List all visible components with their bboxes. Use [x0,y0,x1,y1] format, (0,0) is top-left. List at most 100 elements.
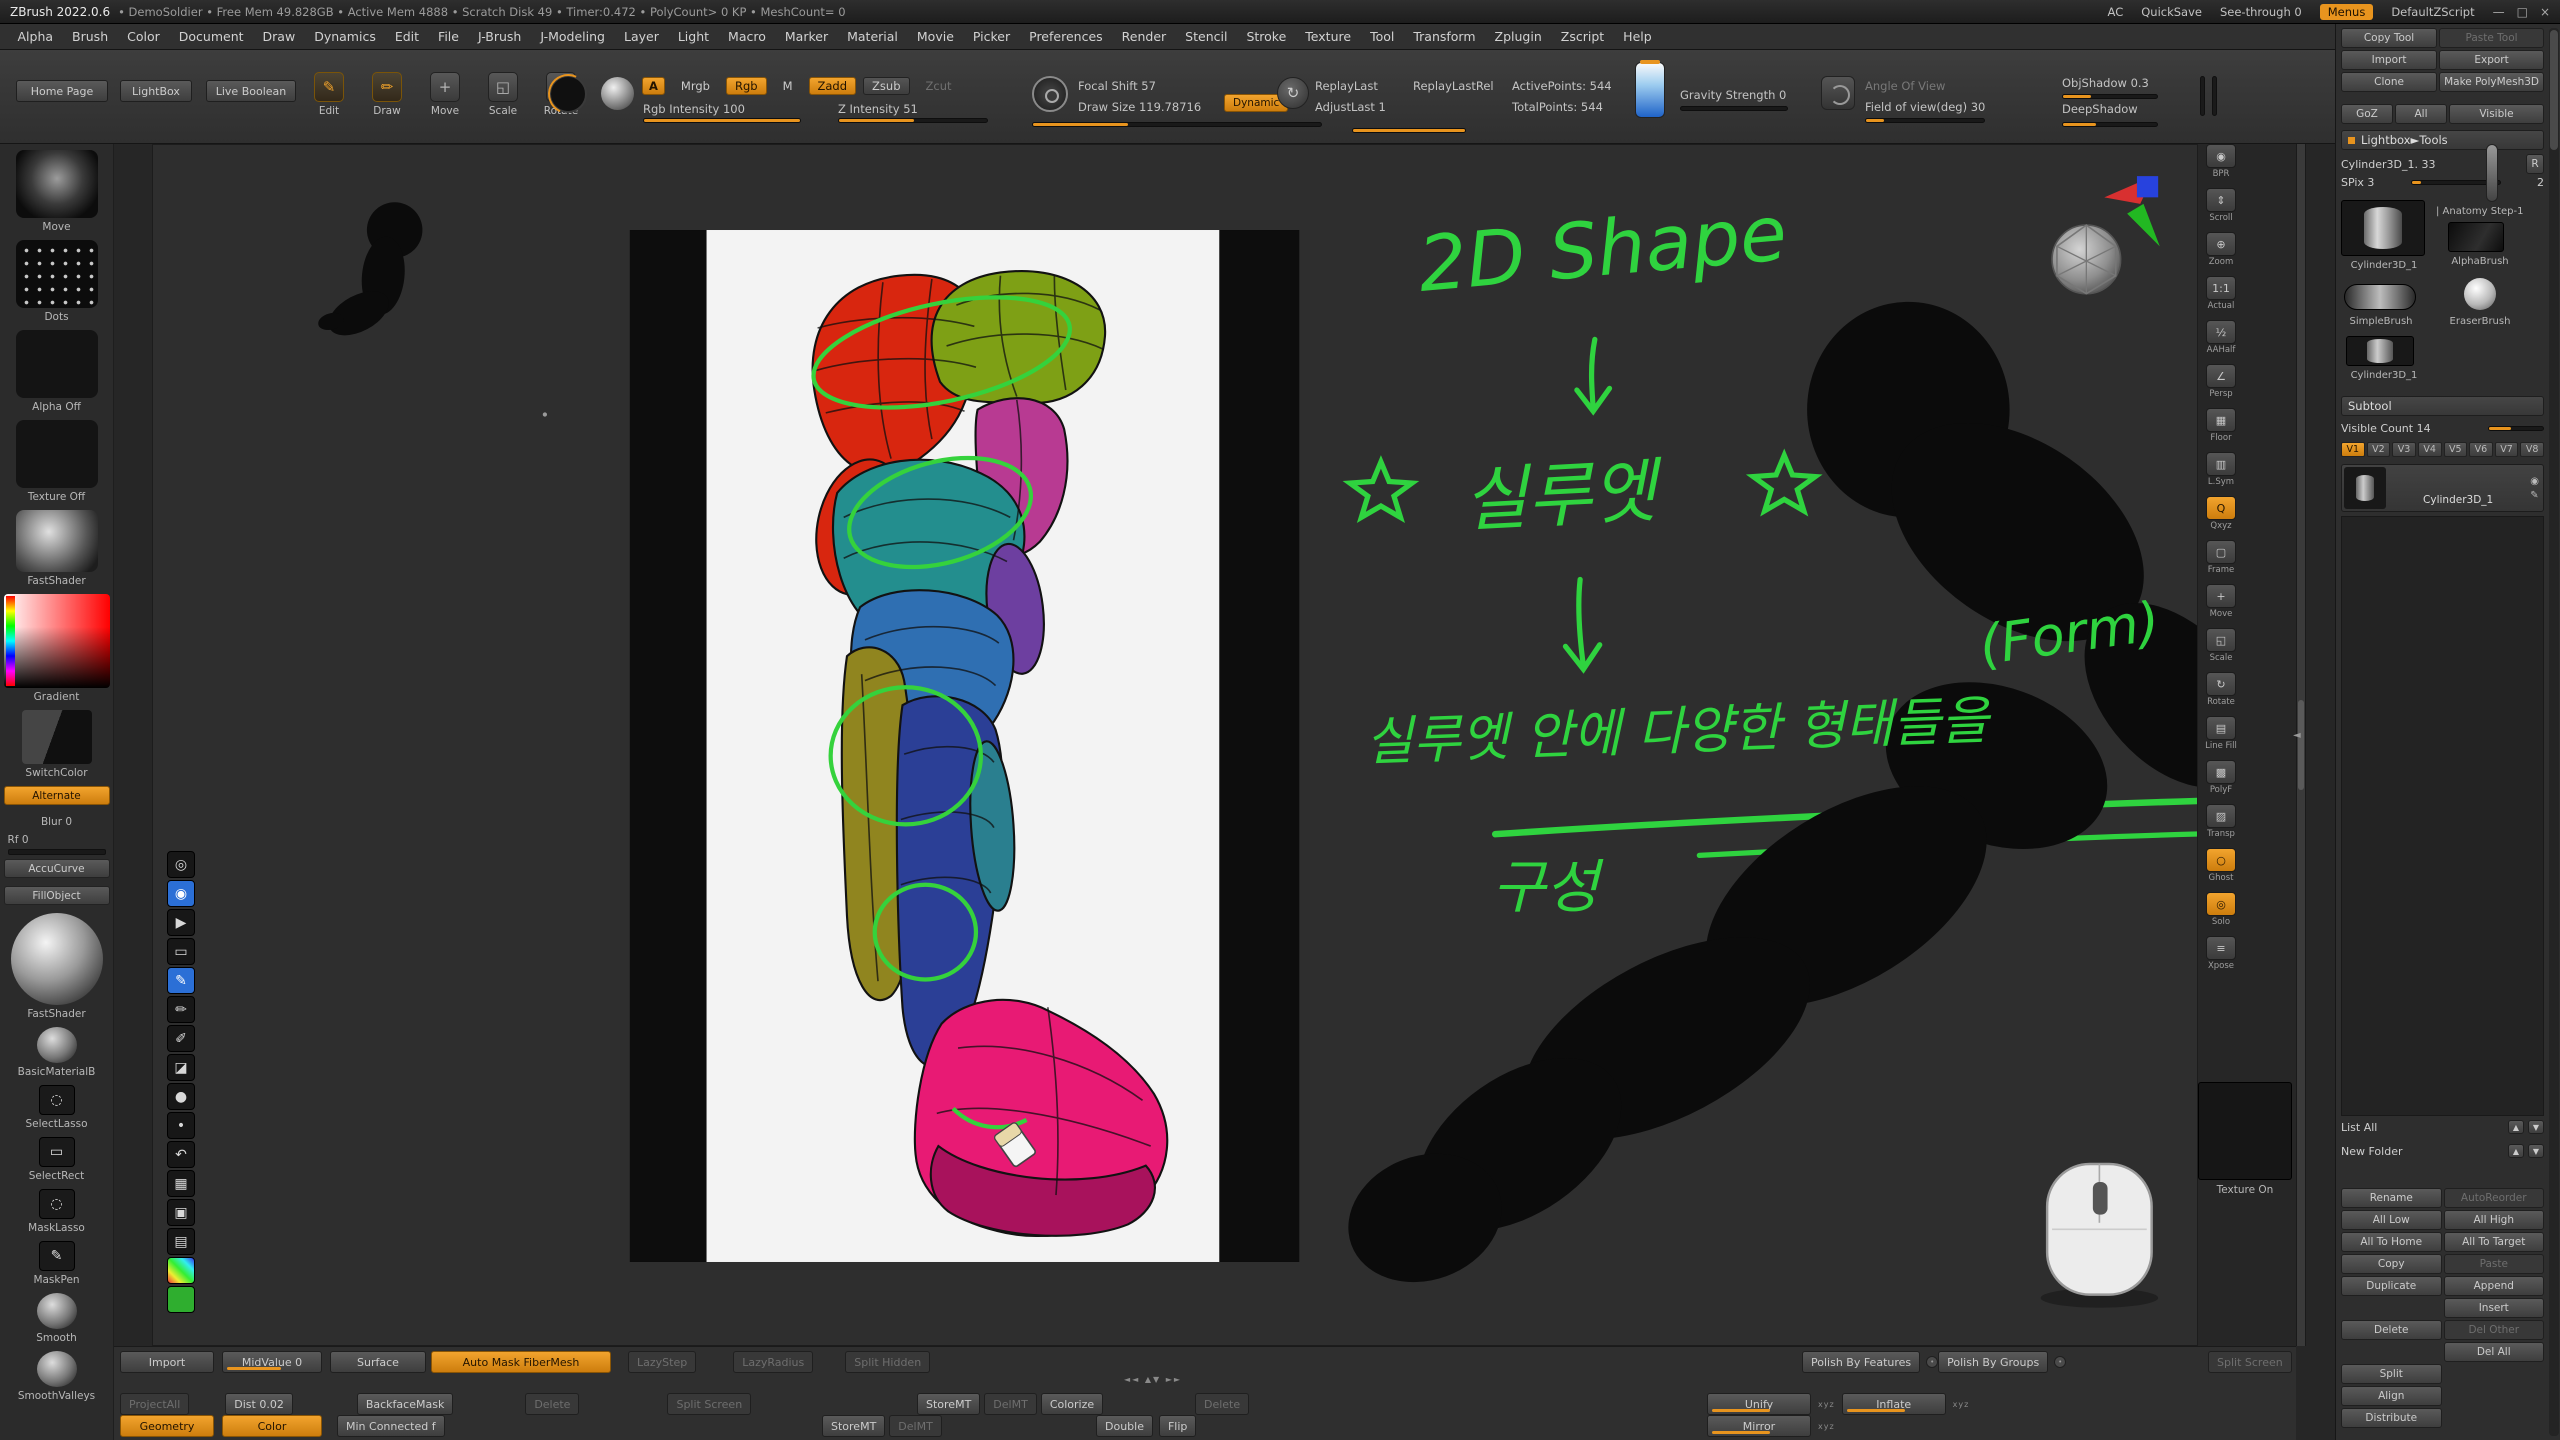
mode-button[interactable]: ◱ Scale [480,72,526,117]
left-shelf-item[interactable]: FillObject [0,886,113,906]
obj-shadow-track[interactable] [2062,94,2158,99]
pen-tool-icon[interactable] [167,1286,195,1313]
left-shelf-item[interactable]: FastShader [0,510,113,587]
left-shelf-item[interactable]: Smooth [0,1293,113,1344]
pen-tool-icon[interactable]: ↶ [167,1141,195,1168]
menu-item[interactable]: Zplugin [1485,29,1551,44]
lightbox-tools-header[interactable]: Lightbox►Tools [2341,130,2544,150]
bottom-button[interactable]: Polish By Features [1802,1351,1920,1373]
paint-mode-chip[interactable]: Zcut [917,77,961,95]
menu-item[interactable]: Brush [63,29,118,44]
subtool-action-button[interactable]: Delete [2341,1320,2442,1340]
gravity-track[interactable] [1680,106,1788,111]
subtool-action-button[interactable]: Split [2341,1364,2442,1384]
menu-item[interactable]: Preferences [1020,29,1113,44]
tool-button[interactable]: Clone [2341,72,2437,92]
bottom-button[interactable]: • [2054,1356,2066,1368]
subtool-action-button[interactable]: All To Home [2341,1232,2442,1252]
pen-tool-icon[interactable]: ▭ [167,938,195,965]
subtool-header[interactable]: Subtool [2341,396,2544,416]
menu-item[interactable]: Render [1112,29,1176,44]
deep-shadow-slider[interactable]: DeepShadow [2062,102,2138,116]
visibility-tab[interactable]: V4 [2418,442,2442,457]
visibility-tab[interactable]: V5 [2444,442,2468,457]
subtool-list-item[interactable]: Cylinder3D_1 ◉ ✎ [2341,464,2544,512]
stroke-preview-icon[interactable] [549,75,587,113]
paint-mode-chip[interactable]: Mrgb [672,77,719,95]
bottom-button[interactable]: Mirror [1707,1415,1811,1437]
titlebar-item[interactable]: AC [2108,5,2124,19]
tool-button[interactable]: Import [2341,50,2437,70]
bottom-button[interactable]: Split Screen [667,1393,751,1415]
tool-button[interactable]: Visible [2449,104,2544,124]
folder-down-button[interactable]: ▼ [2528,1144,2544,1158]
left-shelf-item[interactable]: AccuCurve [0,859,113,879]
visibility-tab[interactable]: V3 [2392,442,2416,457]
field-of-view-slider[interactable]: Field of view(deg) 30 [1865,100,1985,114]
pen-tool-icon[interactable] [167,1257,195,1284]
menu-item[interactable]: File [429,29,469,44]
divider-handle[interactable] [2298,700,2304,790]
right-shelf-button[interactable]: ⊕ Zoom [2206,232,2236,267]
gravity-strength-slider[interactable]: Gravity Strength 0 [1680,88,1786,102]
titlebar-item[interactable]: Menus [2320,4,2374,20]
menu-item[interactable]: Light [668,29,718,44]
right-shelf-button[interactable]: ▦ Floor [2206,408,2236,443]
shelf-mini-slider[interactable] [2200,76,2205,116]
menu-item[interactable]: Dynamics [305,29,386,44]
live-boolean-button[interactable]: Live Boolean [206,80,296,102]
pen-tool-icon[interactable]: ◉ [167,880,195,907]
divider-arrow-icon[interactable]: ◄ [2293,730,2301,741]
current-tool-row[interactable]: Cylinder3D_1. 33 R [2341,154,2544,174]
bottom-button[interactable]: Surface [330,1351,426,1373]
right-shelf-button[interactable]: + Move [2206,584,2236,619]
menu-item[interactable]: Color [118,29,170,44]
alphabrush-thumb[interactable] [2448,222,2504,252]
bottom-button[interactable]: • [1926,1356,1938,1368]
right-shelf-button[interactable]: ◎ Solo [2206,892,2236,927]
anatomy-brush-icon[interactable] [2486,144,2498,202]
left-shelf-item[interactable]: FastShader [0,913,113,1020]
left-shelf-item[interactable]: Blur 0 [0,813,113,828]
bottom-button[interactable]: Colorize [1041,1393,1103,1415]
bottom-button[interactable]: BackfaceMask [357,1393,453,1415]
bottom-button[interactable]: StoreMT [822,1415,885,1437]
bottom-button[interactable]: MidValue 0 [222,1351,322,1373]
titlebar-item[interactable]: See-through 0 [2220,5,2302,19]
subtool-action-button[interactable]: All High [2444,1210,2545,1230]
replay-icon[interactable]: ↻ [1277,77,1309,109]
left-shelf-item[interactable]: Alpha Off [0,330,113,413]
subtool-action-button[interactable]: All To Target [2444,1232,2545,1252]
menu-item[interactable]: Document [169,29,253,44]
right-shelf-button[interactable]: Q Qxyz [2206,496,2236,531]
bottom-button[interactable]: StoreMT [917,1393,980,1415]
menu-item[interactable]: Layer [614,29,668,44]
pen-tool-icon[interactable]: ◪ [167,1054,195,1081]
rgb-intensity-track[interactable] [643,118,801,123]
pen-tool-icon[interactable]: ✐ [167,1025,195,1052]
right-shelf-button[interactable]: ⇕ Scroll [2206,188,2236,223]
bottom-button[interactable]: LazyStep [628,1351,696,1373]
bottom-button[interactable]: DelMT [889,1415,942,1437]
left-shelf-item[interactable]: SmoothValleys [0,1351,113,1402]
left-shelf-item[interactable]: BasicMaterialB [0,1027,113,1078]
visible-count-row[interactable]: Visible Count 14 [2341,422,2544,435]
subtool-action-button[interactable]: Paste [2444,1254,2545,1274]
scroll-down-button[interactable]: ▼ [2528,1120,2544,1134]
paint-mode-chip[interactable]: M [774,77,802,95]
subtool-action-button[interactable]: Insert [2444,1298,2545,1318]
bottom-button[interactable]: Flip [1159,1415,1196,1437]
pen-tool-icon[interactable]: ✎ [167,967,195,994]
bottom-button[interactable]: Min Connected f [337,1415,445,1437]
texture-preview-thumb[interactable] [2198,1082,2292,1180]
subtool-action-button[interactable]: Del All [2444,1342,2545,1362]
material-preview-icon[interactable] [601,77,634,110]
visibility-tab[interactable]: V2 [2367,442,2391,457]
simplebrush-thumb[interactable] [2344,284,2416,310]
right-shelf-button[interactable]: ▩ PolyF [2206,760,2236,795]
menu-item[interactable]: Draw [253,29,305,44]
scroll-up-button[interactable]: ▲ [2508,1120,2524,1134]
right-shelf-button[interactable]: ▢ Frame [2206,540,2236,575]
menu-item[interactable]: J-Brush [468,29,530,44]
eye-icon[interactable]: ◉ [2530,476,2539,487]
